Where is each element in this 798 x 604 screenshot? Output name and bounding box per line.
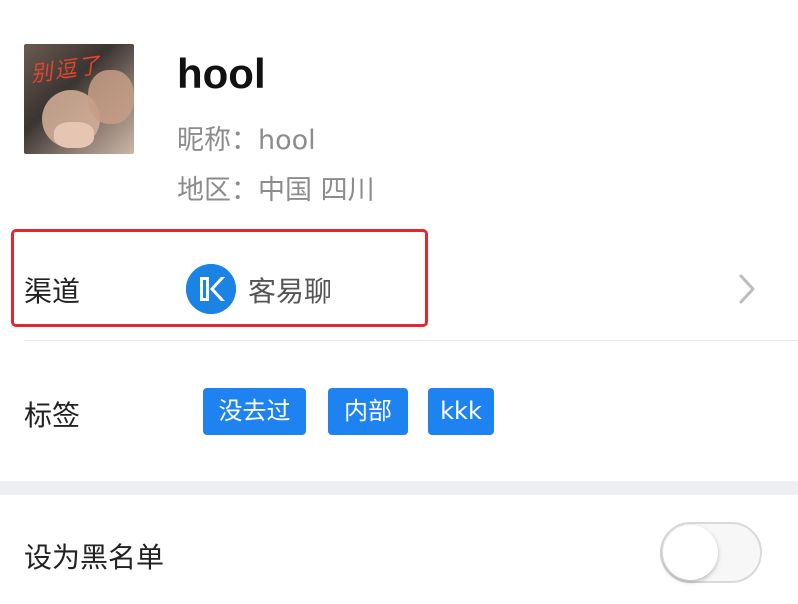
display-name: hool — [177, 50, 266, 97]
tag-chip[interactable]: kkk — [428, 388, 494, 435]
channel-name: 客易聊 — [248, 275, 333, 308]
section-separator — [0, 481, 798, 495]
contact-detail-card: 别逗了 hool 昵称：hool 地区：中国 四川 渠道 客易聊 标签 没去过 … — [0, 0, 798, 604]
channel-label: 渠道 — [24, 275, 81, 308]
tags-label: 标签 — [24, 399, 81, 432]
avatar[interactable]: 别逗了 — [24, 44, 134, 154]
blacklist-label: 设为黑名单 — [24, 541, 165, 574]
tag-chip[interactable]: 内部 — [328, 388, 408, 435]
blacklist-toggle[interactable] — [660, 522, 762, 583]
toggle-knob — [663, 525, 718, 580]
tag-chip[interactable]: 没去过 — [203, 388, 306, 435]
chevron-right-icon[interactable] — [736, 272, 758, 306]
region-text: 地区：中国 四川 — [177, 175, 375, 206]
kyl-logo-icon — [186, 264, 236, 314]
nickname-text: 昵称：hool — [177, 125, 316, 156]
divider — [24, 340, 798, 341]
